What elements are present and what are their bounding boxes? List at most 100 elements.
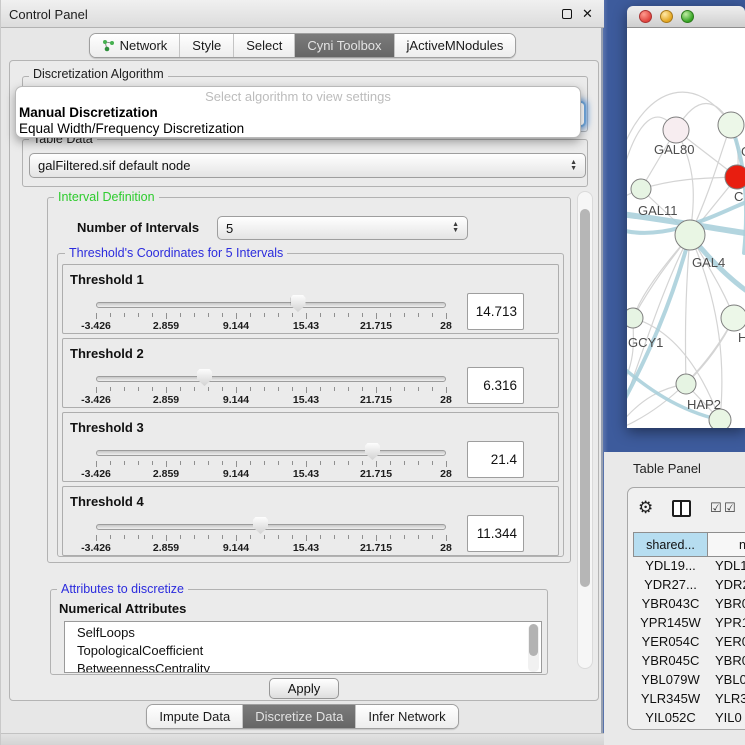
cell-shared-name: YBR043C <box>633 596 708 615</box>
node-gal4[interactable] <box>675 220 705 250</box>
table-row[interactable]: YIL052CYIL0 <box>633 710 745 729</box>
network-graph: GAL80GACGAL11GAL4GCY1HHAP2 <box>627 28 745 428</box>
network-view-window: GAL80GACGAL11GAL4GCY1HHAP2 <box>627 6 745 428</box>
threshold-slider-thumb[interactable] <box>197 369 212 386</box>
tick-mark <box>306 313 307 319</box>
tick-label: 2.859 <box>153 394 179 406</box>
table-row[interactable]: YPR145WYPR1 <box>633 615 745 634</box>
node-hap2[interactable] <box>676 374 696 394</box>
threshold-slider-track[interactable] <box>96 524 446 530</box>
tab-cyni-toolbox[interactable]: Cyni Toolbox <box>294 34 393 57</box>
close-window-icon[interactable]: ✕ <box>582 6 593 22</box>
attributes-group-title: Attributes to discretize <box>57 582 188 596</box>
apply-button[interactable]: Apply <box>269 678 339 699</box>
tick-mark <box>194 535 195 539</box>
tick-mark <box>166 313 167 319</box>
spinner-arrows-icon[interactable]: ▲▼ <box>570 160 577 172</box>
table-row[interactable]: YBR045CYBR0 <box>633 653 745 672</box>
tick-mark <box>208 313 209 317</box>
checkbox-icon[interactable]: ☑ <box>710 501 722 514</box>
table-subpanel: ⚙ ☑ ☑ shared... n YDL19...YDL1YDR27...YD… <box>627 487 745 730</box>
node-right[interactable] <box>721 305 745 331</box>
tick-label: 15.43 <box>293 468 319 480</box>
table-row[interactable]: YLR345WYLR3 <box>633 691 745 710</box>
attribute-item-betweennesscentrality[interactable]: BetweennessCentrality <box>65 660 541 673</box>
tab-impute-data[interactable]: Impute Data <box>147 705 242 728</box>
tick-mark <box>110 387 111 391</box>
content-vertical-scrollbar[interactable] <box>577 191 593 669</box>
close-traffic-light-icon[interactable] <box>639 10 652 23</box>
network-window-titlebar[interactable] <box>627 6 745 28</box>
tick-mark <box>194 387 195 391</box>
threshold-value-field[interactable]: 11.344 <box>467 515 524 552</box>
tab-discretize-data[interactable]: Discretize Data <box>242 705 355 728</box>
float-window-icon[interactable] <box>562 9 572 19</box>
tick-mark <box>278 313 279 317</box>
threshold-slider-track[interactable] <box>96 302 446 308</box>
threshold-value-field[interactable]: 14.713 <box>467 293 524 330</box>
tab-style[interactable]: Style <box>179 34 233 57</box>
tick-mark <box>390 535 391 539</box>
tab-infer-network[interactable]: Infer Network <box>355 705 457 728</box>
attribute-item-selfloops[interactable]: SelfLoops <box>65 624 541 642</box>
table-panel-window: Table Panel ⚙ ☑ ☑ shared... n YDL19...YD… <box>604 452 745 745</box>
tick-mark <box>320 313 321 317</box>
control-panel-title: Control Panel <box>9 7 88 22</box>
node-label-gal11: GAL11 <box>638 203 678 218</box>
tick-mark <box>278 535 279 539</box>
zoom-traffic-light-icon[interactable] <box>681 10 694 23</box>
table-data-combobox[interactable]: galFiltered.sif default node ▲▼ <box>29 153 586 178</box>
tick-mark <box>208 387 209 391</box>
table-row[interactable]: YDR27...YDR2 <box>633 577 745 596</box>
popup-item-manual-discretization[interactable]: Manual Discretization <box>16 105 580 121</box>
top-tab-bar: Network StyleSelectCyni ToolboxjActiveMNo… <box>1 33 604 58</box>
tick-mark <box>348 535 349 539</box>
threshold-slider-thumb[interactable] <box>365 443 380 460</box>
tab-label: Network <box>120 38 168 53</box>
tick-mark <box>152 535 153 539</box>
threshold-slider-thumb[interactable] <box>291 295 306 312</box>
list-scrollbar[interactable] <box>528 624 539 672</box>
node-gcy1[interactable] <box>627 308 643 328</box>
node-label-ga: GA <box>741 144 745 159</box>
checkbox-icon[interactable]: ☑ <box>724 501 736 514</box>
numerical-attributes-list[interactable]: SelfLoopsTopologicalCoefficientBetweenne… <box>64 621 542 673</box>
spinner-arrows-icon[interactable]: ▲▼ <box>452 222 459 234</box>
column-header-name[interactable]: n <box>708 532 745 557</box>
number-of-intervals-label: Number of Intervals <box>77 220 199 235</box>
column-header-shared[interactable]: shared... <box>633 532 708 557</box>
attribute-item-topologicalcoefficient[interactable]: TopologicalCoefficient <box>65 642 541 660</box>
scrollbar-thumb[interactable] <box>580 209 590 587</box>
tick-mark <box>180 461 181 465</box>
top-tabs: Network StyleSelectCyni ToolboxjActiveMNo… <box>89 33 517 58</box>
tab-jactivemnodules[interactable]: jActiveMNodules <box>394 34 516 57</box>
table-row[interactable]: YER054CYER0 <box>633 634 745 653</box>
cyni-toolbox-content: Discretization Algorithm Select algorith… <box>9 60 599 701</box>
node-gal11[interactable] <box>631 179 651 199</box>
table-row[interactable]: YBL079WYBL0 <box>633 672 745 691</box>
threshold-slider-track[interactable] <box>96 376 446 382</box>
threshold-slider-track[interactable] <box>96 450 446 456</box>
number-of-intervals-combobox[interactable]: 5 ▲▼ <box>217 216 468 240</box>
table-row[interactable]: YBR043CYBR0 <box>633 596 745 615</box>
tab-network[interactable]: Network <box>90 34 180 57</box>
tick-label: 9.144 <box>223 468 249 480</box>
network-edge <box>641 177 737 189</box>
table-row[interactable]: YDL19...YDL1 <box>633 558 745 577</box>
threshold-slider-thumb[interactable] <box>253 517 268 534</box>
threshold-value-field[interactable]: 6.316 <box>467 367 524 404</box>
tab-select[interactable]: Select <box>233 34 294 57</box>
node-red[interactable] <box>725 165 745 189</box>
tick-mark <box>208 535 209 539</box>
node-gal80[interactable] <box>663 117 689 143</box>
node-top[interactable] <box>718 112 744 138</box>
tick-mark <box>306 387 307 393</box>
minimize-traffic-light-icon[interactable] <box>660 10 673 23</box>
threshold-value-field[interactable]: 21.4 <box>467 441 524 478</box>
popup-item-equal-width-frequency-discretization[interactable]: Equal Width/Frequency Discretization <box>16 121 580 137</box>
tick-mark <box>152 313 153 317</box>
gear-icon[interactable]: ⚙ <box>638 499 653 516</box>
network-canvas[interactable]: GAL80GACGAL11GAL4GCY1HHAP2 <box>627 28 745 428</box>
column-layout-icon[interactable] <box>672 500 691 517</box>
scrollbar-thumb[interactable] <box>529 624 538 656</box>
